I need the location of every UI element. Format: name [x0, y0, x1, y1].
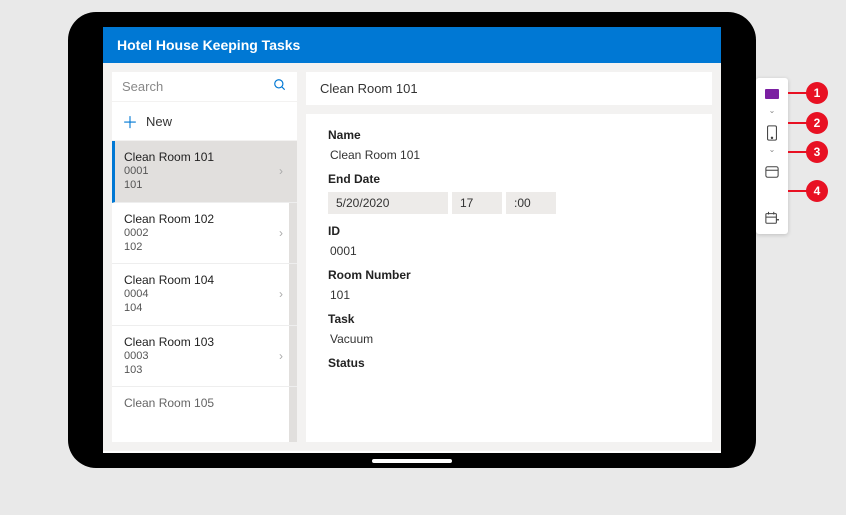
list-item-id: 0003 [124, 349, 285, 363]
list-item-room: 104 [124, 301, 285, 315]
search-placeholder: Search [122, 79, 163, 94]
label-status: Status [328, 356, 690, 370]
list-item[interactable]: Clean Room 1020002102› [112, 203, 297, 265]
end-hour-input[interactable]: 17 [452, 192, 502, 214]
list-item[interactable]: Clean Room 1010001101› [112, 141, 297, 203]
date-icon[interactable] [762, 208, 782, 228]
callout-line [788, 92, 808, 94]
new-button[interactable]: ＋ New [112, 102, 297, 140]
app-title: Hotel House Keeping Tasks [117, 37, 300, 53]
tablet-frame: Hotel House Keeping Tasks Search ＋ New C… [68, 12, 756, 468]
callout-2: 2 [806, 112, 828, 134]
list-item[interactable]: Clean Room 1030003103› [112, 326, 297, 388]
end-date-row: 5/20/2020 17 :00 [328, 192, 690, 214]
list-item[interactable]: Clean Room 1040004104› [112, 264, 297, 326]
callout-line [788, 122, 808, 124]
callout-line [788, 151, 808, 153]
list-item-id: 0002 [124, 226, 285, 240]
label-end-date: End Date [328, 172, 690, 186]
list-item-room: 103 [124, 363, 285, 377]
end-min-input[interactable]: :00 [506, 192, 556, 214]
detail-body: Name Clean Room 101 End Date 5/20/2020 1… [306, 114, 712, 442]
value-task: Vacuum [328, 332, 690, 346]
label-id: ID [328, 224, 690, 238]
end-date-input[interactable]: 5/20/2020 [328, 192, 448, 214]
label-task: Task [328, 312, 690, 326]
callout-4: 4 [806, 180, 828, 202]
chevron-right-icon: › [279, 349, 283, 363]
mobile-icon[interactable] [762, 123, 782, 143]
callout-1: 1 [806, 82, 828, 104]
new-label: New [146, 114, 172, 129]
value-room: 101 [328, 288, 690, 302]
app-screen: Hotel House Keeping Tasks Search ＋ New C… [103, 27, 721, 453]
list-item-title: Clean Room 104 [124, 273, 285, 287]
list-item-title: Clean Room 103 [124, 335, 285, 349]
search-input[interactable]: Search [112, 72, 297, 101]
detail-panel: Clean Room 101 Name Clean Room 101 End D… [306, 72, 712, 442]
content-area: Search ＋ New Clean Room 1010001101›Clean… [103, 63, 721, 451]
side-toolbar: ⌄ ⌄ [756, 78, 788, 234]
list-item-id: 0001 [124, 164, 285, 178]
left-panel: Search ＋ New Clean Room 1010001101›Clean… [112, 72, 297, 442]
chevron-right-icon: › [279, 226, 283, 240]
chevron-down-icon[interactable]: ⌄ [769, 106, 776, 115]
list-item-room: 102 [124, 240, 285, 254]
callout-line [788, 190, 808, 192]
list-item-title: Clean Room 101 [124, 150, 285, 164]
chevron-right-icon: › [279, 287, 283, 301]
list-item-title: Clean Room 105 [124, 396, 285, 410]
list-item[interactable]: Clean Room 105 [112, 387, 297, 410]
home-indicator [372, 459, 452, 463]
plus-icon: ＋ [122, 109, 138, 133]
table-icon[interactable] [762, 162, 782, 182]
credit-card-icon[interactable] [762, 84, 782, 104]
label-name: Name [328, 128, 690, 142]
value-id: 0001 [328, 244, 690, 258]
label-room: Room Number [328, 268, 690, 282]
list-item-room: 101 [124, 178, 285, 192]
callout-3: 3 [806, 141, 828, 163]
search-icon [273, 78, 287, 95]
detail-title: Clean Room 101 [320, 81, 418, 96]
detail-header: Clean Room 101 [306, 72, 712, 105]
chevron-right-icon: › [279, 164, 283, 178]
chevron-down-icon[interactable]: ⌄ [769, 145, 776, 154]
list-item-id: 0004 [124, 287, 285, 301]
value-name: Clean Room 101 [328, 148, 690, 162]
list-item-title: Clean Room 102 [124, 212, 285, 226]
task-list[interactable]: Clean Room 1010001101›Clean Room 1020002… [112, 141, 297, 442]
app-header: Hotel House Keeping Tasks [103, 27, 721, 63]
